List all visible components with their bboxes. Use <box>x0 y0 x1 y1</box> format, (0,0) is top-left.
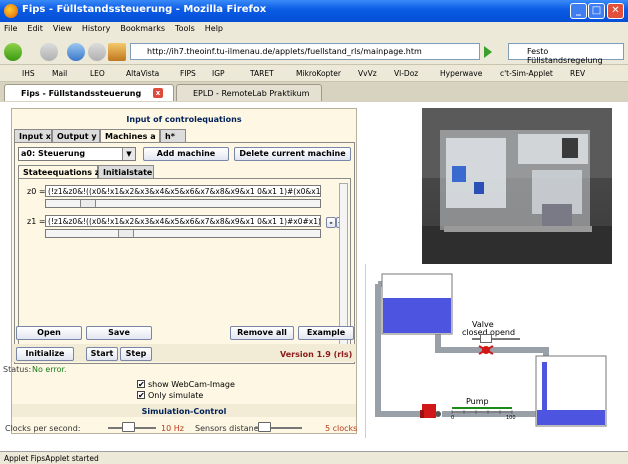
eq-z1-input[interactable]: (!z1&z0&!((x0&!x1&x2&x3&x4&x5&x6&x7&x8&x… <box>45 215 321 227</box>
machine-select-value: a0: Steuerung <box>21 149 86 158</box>
webcam-image <box>422 108 612 264</box>
go-icon[interactable] <box>484 46 494 58</box>
window-title: Fips - Füllstandssteuerung - Mozilla Fir… <box>22 4 267 15</box>
tab-fips-label: Fips - Füllstandssteuerung <box>21 89 142 98</box>
pump-scale-min: 0 <box>451 415 455 421</box>
controlequations-header: Input of controlequations <box>126 115 242 124</box>
maximize-button[interactable]: □ <box>588 3 605 19</box>
tab-h-star[interactable]: h* <box>160 129 186 142</box>
url-bar[interactable]: http://ih7.theoinf.tu-ilmenau.de/applets… <box>130 43 480 60</box>
stop-button[interactable] <box>88 43 106 61</box>
eq-z1-scrollbar[interactable] <box>45 229 321 238</box>
initialize-button[interactable]: Initialize <box>16 347 74 361</box>
search-text: Festo Füllstandsregelung <box>527 47 603 65</box>
bookmark-rev[interactable]: REV <box>570 69 585 78</box>
bookmark-altavista[interactable]: AltaVista <box>126 69 159 78</box>
only-simulate-checkbox[interactable]: ✔ <box>137 391 145 400</box>
add-machine-button[interactable]: Add machine <box>143 147 229 161</box>
menu-history[interactable]: History <box>78 22 116 33</box>
home-icon[interactable] <box>108 43 126 61</box>
pump-label: Pump <box>466 397 489 406</box>
menu-edit[interactable]: Edit <box>23 22 49 33</box>
tab-machines-a[interactable]: Machines a <box>100 129 160 142</box>
bookmark-taret[interactable]: TARET <box>250 69 274 78</box>
menu-bookmarks[interactable]: Bookmarks <box>116 22 171 33</box>
open-button[interactable]: Open <box>16 326 82 340</box>
show-webcam-checkbox[interactable]: ✔ <box>137 380 145 389</box>
eq-z0-scrollbar[interactable] <box>45 199 321 208</box>
menu-tools[interactable]: Tools <box>171 22 201 33</box>
menu-view[interactable]: View <box>49 22 78 33</box>
eq-z0-input[interactable]: (!z1&z0&!((x0&!x1&x2&x3&x4&x5&x6&x7&x8&x… <box>45 185 321 197</box>
status-value: No error. <box>32 365 67 374</box>
tab-epld[interactable]: EPLD - RemoteLab Praktikum <box>176 84 322 101</box>
version-label: Version 1.9 (rls) <box>280 350 353 359</box>
bookmark-igp[interactable]: IGP <box>212 69 225 78</box>
plant-diagram <box>375 273 607 427</box>
sensors-value: 5 clocks <box>325 424 358 433</box>
tab-stateequations[interactable]: Stateequations z <box>18 165 99 178</box>
plant-visualization: Valve closed opend Pump 0 100 <box>365 264 621 438</box>
bookmark-vvvz[interactable]: VvVz <box>358 69 377 78</box>
window-title-bar: Fips - Füllstandssteuerung - Mozilla Fir… <box>0 0 628 22</box>
sensors-slider-thumb[interactable] <box>258 422 271 432</box>
bookmark-vl-doz[interactable]: Vl-Doz <box>394 69 418 78</box>
bookmark-hyperwave[interactable]: Hyperwave <box>440 69 482 78</box>
eq-z0-label: z0 = <box>27 187 46 196</box>
remove-all-button[interactable]: Remove all <box>230 326 294 340</box>
bookmark-mail[interactable]: Mail <box>52 69 67 78</box>
clocks-slider-thumb[interactable] <box>122 422 135 432</box>
clocks-value: 10 Hz <box>161 424 184 433</box>
tab-epld-label: EPLD - RemoteLab Praktikum <box>193 89 310 98</box>
back-button[interactable] <box>4 43 22 61</box>
simulation-control-header: Simulation-Control <box>141 407 227 416</box>
clocks-label: Clocks per second: <box>5 424 81 433</box>
search-input[interactable]: Festo Füllstandsregelung <box>508 43 624 65</box>
tab-output-y[interactable]: Output y <box>52 129 100 142</box>
valve-slider-thumb[interactable] <box>480 334 492 343</box>
remove-equation-button[interactable]: - <box>326 217 336 228</box>
url-text: http://ih7.theoinf.tu-ilmenau.de/applets… <box>147 47 422 56</box>
browser-status-bar: Applet FipsApplet started <box>0 451 628 464</box>
only-simulate-label: Only simulate <box>148 391 204 400</box>
minimize-button[interactable]: _ <box>570 3 587 19</box>
forward-button[interactable] <box>40 43 58 61</box>
start-button[interactable]: Start <box>86 347 118 361</box>
bookmark-leo[interactable]: LEO <box>90 69 105 78</box>
bookmark-ct-sim-applet[interactable]: c't-Sim-Applet <box>500 69 553 78</box>
tab-input-x[interactable]: Input x <box>14 129 52 142</box>
save-button[interactable]: Save <box>86 326 152 340</box>
webcam-image-drawing <box>422 108 612 264</box>
delete-machine-button[interactable]: Delete current machine <box>234 147 351 161</box>
status-label: Status: <box>3 365 32 374</box>
firefox-icon <box>4 4 18 18</box>
machine-select[interactable]: a0: Steuerung ▼ <box>18 147 136 161</box>
valve-opened-label: opend <box>490 328 516 337</box>
close-window-button[interactable]: ✕ <box>607 3 624 19</box>
menu-bar: File Edit View History Bookmarks Tools Help <box>0 22 628 38</box>
pump-icon <box>422 404 436 418</box>
lower-tank-water <box>537 410 605 425</box>
eq-z1-label: z1 = <box>27 217 46 226</box>
close-tab-icon[interactable]: x <box>153 88 163 98</box>
tab-fips[interactable]: Fips - Füllstandssteuerung x <box>4 84 174 101</box>
control-applet-panel: Input of controlequations Input x Output… <box>3 108 358 434</box>
upper-tank-water <box>383 298 451 333</box>
show-webcam-label: show WebCam-Image <box>148 380 235 389</box>
browser-tab-strip: Fips - Füllstandssteuerung x EPLD - Remo… <box>0 82 628 102</box>
bookmark-mikrokopter[interactable]: MikroKopter <box>296 69 341 78</box>
chevron-down-icon: ▼ <box>122 148 135 160</box>
pump-scale-max: 100 <box>506 415 516 421</box>
example-button[interactable]: Example <box>298 326 354 340</box>
reload-button[interactable] <box>67 43 85 61</box>
tab-initialstate[interactable]: Initialstate <box>98 165 154 178</box>
menu-help[interactable]: Help <box>201 22 229 33</box>
bookmarks-toolbar: IHS Mail LEO AltaVista FIPS IGP TARET Mi… <box>0 65 628 82</box>
navigation-toolbar: http://ih7.theoinf.tu-ilmenau.de/applets… <box>0 38 628 65</box>
status-text: Applet FipsApplet started <box>4 454 99 463</box>
bookmark-ihs[interactable]: IHS <box>22 69 35 78</box>
step-button[interactable]: Step <box>120 347 152 361</box>
menu-file[interactable]: File <box>0 22 23 33</box>
bookmark-fips[interactable]: FIPS <box>180 69 196 78</box>
